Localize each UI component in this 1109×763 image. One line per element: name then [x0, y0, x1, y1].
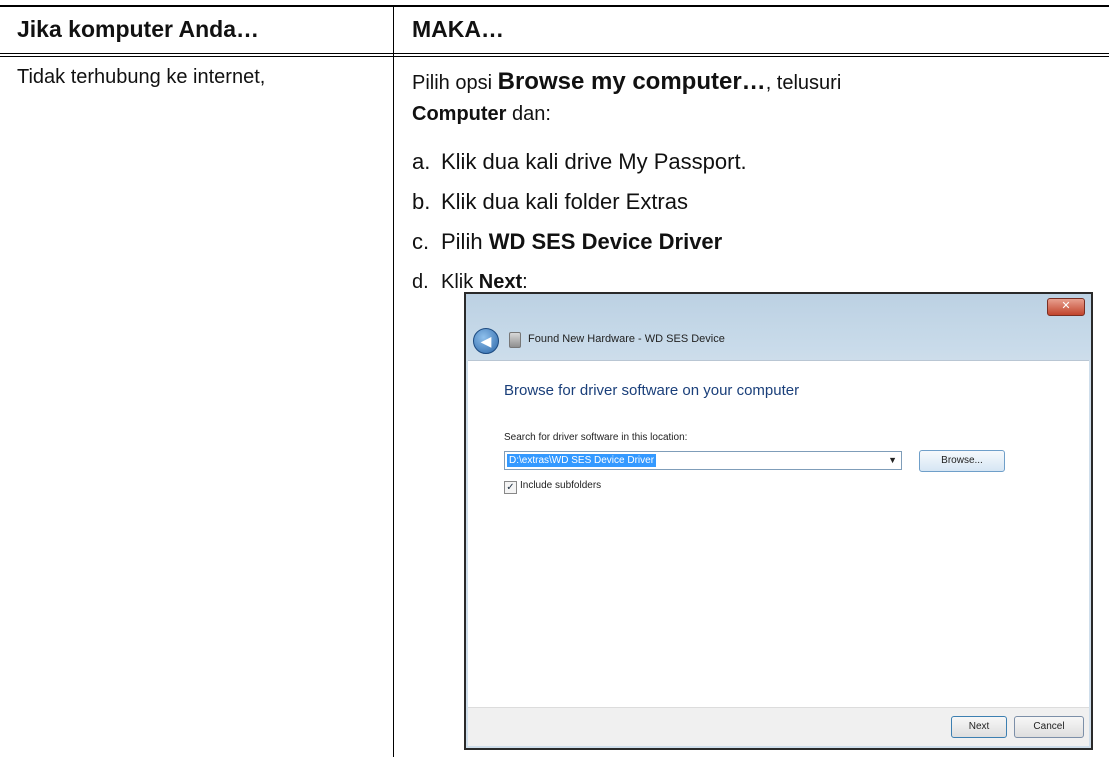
include-subfolders-checkbox[interactable]: ✓ — [504, 481, 517, 494]
close-button[interactable]: ✕ — [1047, 298, 1085, 316]
intro-option-browse: Browse my computer… — [497, 68, 766, 95]
table-column-divider — [393, 7, 394, 757]
step-text: Pilih — [441, 229, 489, 254]
step-marker: c. — [412, 229, 430, 254]
hardware-icon — [509, 332, 521, 348]
dialog-footer: Next Cancel — [468, 707, 1089, 746]
step-marker: a. — [412, 149, 431, 174]
instruction-intro: Pilih opsi Browse my computer…, telusuri… — [412, 66, 1072, 130]
step-text: Klik — [441, 271, 479, 293]
table-row-condition: Tidak terhubung ke internet, — [17, 66, 266, 88]
driver-path-value[interactable]: D:\extras\WD SES Device Driver — [507, 454, 657, 467]
list-item: a. Klik dua kali drive My Passport. — [412, 142, 747, 182]
intro-text-pre: Pilih opsi — [412, 72, 498, 94]
step-text: Klik dua kali drive My Passport. — [441, 149, 747, 174]
browse-button[interactable]: Browse... — [919, 450, 1005, 472]
step-marker: d. — [412, 271, 429, 293]
step-text-post: : — [522, 271, 528, 293]
dialog-content: Browse for driver software on your compu… — [468, 360, 1089, 708]
step-bold: WD SES Device Driver — [488, 229, 723, 254]
search-location-label: Search for driver software in this locat… — [504, 432, 688, 443]
step-text: Klik dua kali folder Extras — [441, 189, 688, 214]
table-header-condition: Jika komputer Anda… — [17, 16, 259, 42]
dialog-heading: Browse for driver software on your compu… — [504, 382, 800, 399]
back-arrow-icon[interactable]: ◀ — [473, 328, 499, 354]
table-top-rule — [0, 5, 1109, 7]
table-header-action: MAKA… — [412, 16, 504, 42]
chevron-down-icon[interactable]: ▼ — [888, 455, 897, 465]
cancel-button[interactable]: Cancel — [1014, 716, 1084, 738]
intro-computer: Computer — [412, 103, 507, 125]
step-marker: b. — [412, 189, 431, 214]
step-bold: Next — [478, 271, 523, 293]
driver-browse-dialog: ✕ ◀ Found New Hardware - WD SES Device B… — [464, 292, 1093, 750]
instruction-steps: a. Klik dua kali drive My Passport. b. Kli… — [412, 142, 747, 302]
driver-path-combobox[interactable]: D:\extras\WD SES Device Driver ▼ — [504, 451, 902, 470]
dialog-title: Found New Hardware - WD SES Device — [528, 333, 725, 345]
next-button[interactable]: Next — [951, 716, 1007, 738]
list-item: b. Klik dua kali folder Extras — [412, 182, 747, 222]
list-item: c. Pilih WD SES Device Driver — [412, 222, 747, 262]
intro-text-post: dan: — [506, 103, 551, 125]
table-header-rule — [0, 53, 1109, 57]
intro-text-mid: , telusuri — [765, 72, 842, 94]
include-subfolders-label[interactable]: Include subfolders — [520, 480, 601, 491]
